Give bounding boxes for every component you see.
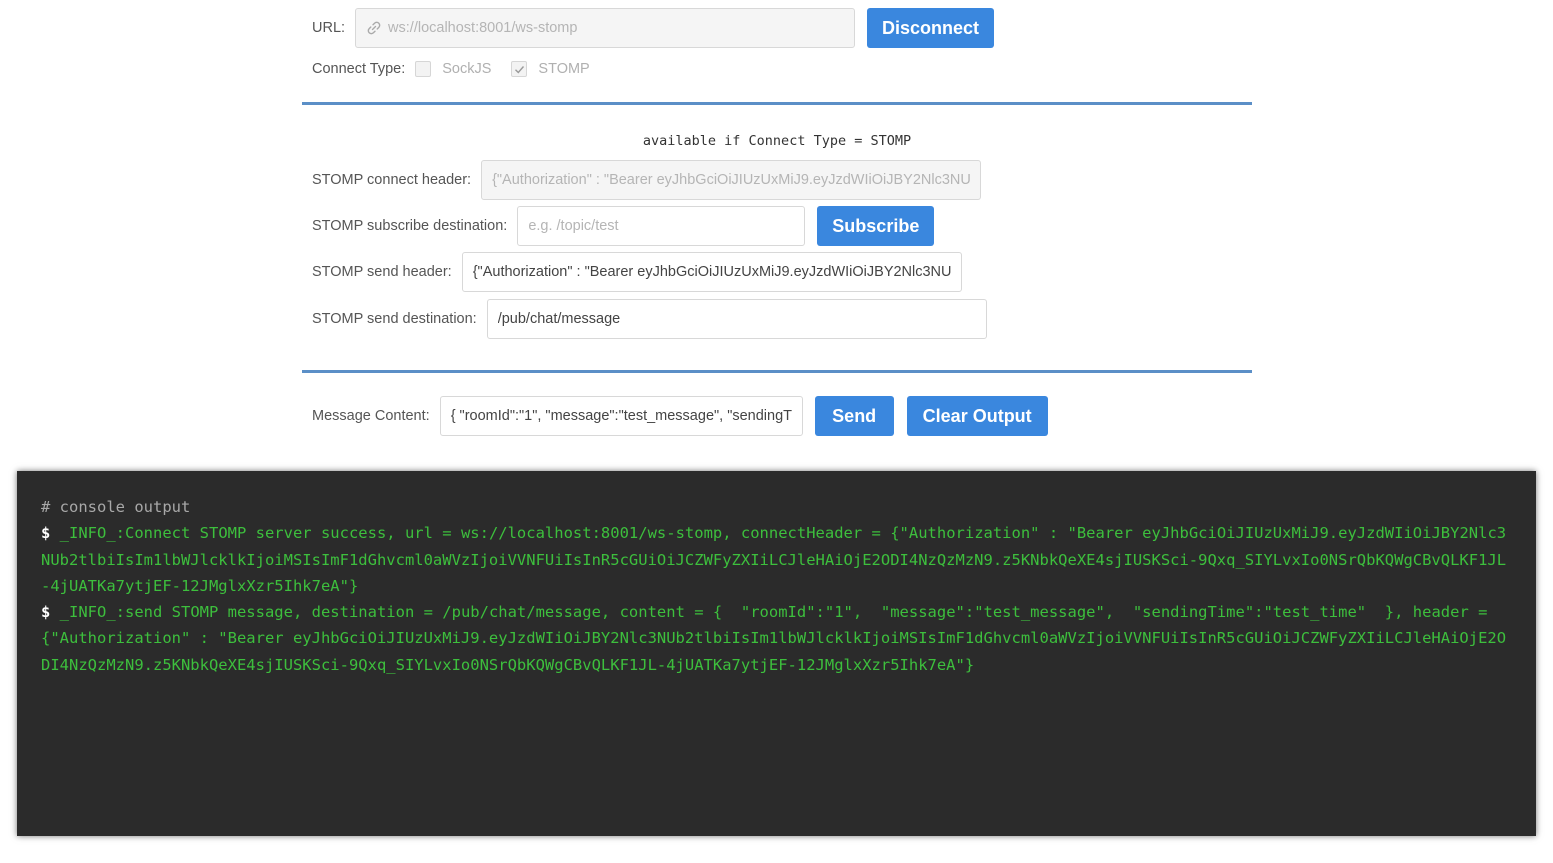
console-line: $ _INFO_:send STOMP message, destination… — [41, 599, 1512, 678]
connect-type-label: Connect Type: — [312, 61, 406, 77]
stomp-checkbox[interactable] — [511, 61, 528, 77]
console-line-text: _INFO_:Connect STOMP server success, url… — [41, 524, 1507, 595]
console-line-text: _INFO_:send STOMP message, destination =… — [41, 603, 1507, 674]
url-input[interactable]: ws://localhost:8001/ws-stomp — [355, 8, 856, 48]
stomp-send-header-row: STOMP send header: {"Authorization" : "B… — [312, 252, 962, 292]
stomp-send-header-label: STOMP send header: — [312, 264, 452, 280]
message-content-row: Message Content: { "roomId":"1", "messag… — [312, 396, 1048, 436]
subscribe-button[interactable]: Subscribe — [817, 206, 935, 246]
stomp-connect-header-label: STOMP connect header: — [312, 172, 472, 188]
stomp-connect-header-row: STOMP connect header: {"Authorization" :… — [312, 160, 982, 200]
url-placeholder: ws://localhost:8001/ws-stomp — [388, 20, 578, 36]
console-output[interactable]: # console output $ _INFO_:Connect STOMP … — [17, 471, 1536, 836]
url-label: URL: — [312, 20, 346, 36]
stomp-send-destination-value: /pub/chat/message — [497, 311, 621, 327]
sockjs-label: SockJS — [442, 61, 492, 77]
section-divider-bottom — [302, 370, 1252, 373]
link-icon — [367, 21, 381, 35]
connect-type-row: Connect Type: SockJS STOMP — [312, 58, 590, 80]
message-content-value: { "roomId":"1", "message":"test_message"… — [450, 408, 792, 424]
message-content-label: Message Content: — [312, 408, 430, 424]
stomp-subscribe-destination-placeholder: e.g. /topic/test — [528, 218, 619, 234]
stomp-subscribe-row: STOMP subscribe destination: e.g. /topic… — [312, 206, 935, 246]
stomp-availability-note: available if Connect Type = STOMP — [642, 133, 912, 149]
disconnect-button[interactable]: Disconnect — [867, 8, 995, 48]
section-divider-top — [302, 102, 1252, 105]
clear-output-button[interactable]: Clear Output — [906, 396, 1048, 436]
console-line: $ _INFO_:Connect STOMP server success, u… — [41, 520, 1512, 599]
stomp-send-destination-input[interactable]: /pub/chat/message — [486, 299, 987, 339]
stomp-connect-header-input[interactable]: {"Authorization" : "Bearer eyJhbGciOiJIU… — [481, 160, 982, 200]
sockjs-checkbox[interactable] — [415, 61, 432, 77]
console-prompt: $ — [41, 524, 51, 543]
stomp-subscribe-destination-input[interactable]: e.g. /topic/test — [517, 206, 806, 246]
stomp-send-header-input[interactable]: {"Authorization" : "Bearer eyJhbGciOiJIU… — [461, 252, 962, 292]
stomp-subscribe-destination-label: STOMP subscribe destination: — [312, 218, 508, 234]
check-icon — [514, 65, 524, 74]
stomp-send-destination-label: STOMP send destination: — [312, 311, 477, 327]
send-button[interactable]: Send — [814, 396, 894, 436]
stomp-label: STOMP — [538, 61, 590, 77]
message-content-input[interactable]: { "roomId":"1", "message":"test_message"… — [439, 396, 803, 436]
stomp-connect-header-value: {"Authorization" : "Bearer eyJhbGciOiJIU… — [492, 172, 971, 188]
stomp-send-header-value: {"Authorization" : "Bearer eyJhbGciOiJIU… — [472, 264, 951, 280]
console-header: # console output — [41, 498, 191, 516]
url-row: URL: ws://localhost:8001/ws-stomp Discon… — [312, 8, 995, 48]
console-prompt: $ — [41, 603, 51, 622]
stomp-send-destination-row: STOMP send destination: /pub/chat/messag… — [312, 299, 987, 339]
